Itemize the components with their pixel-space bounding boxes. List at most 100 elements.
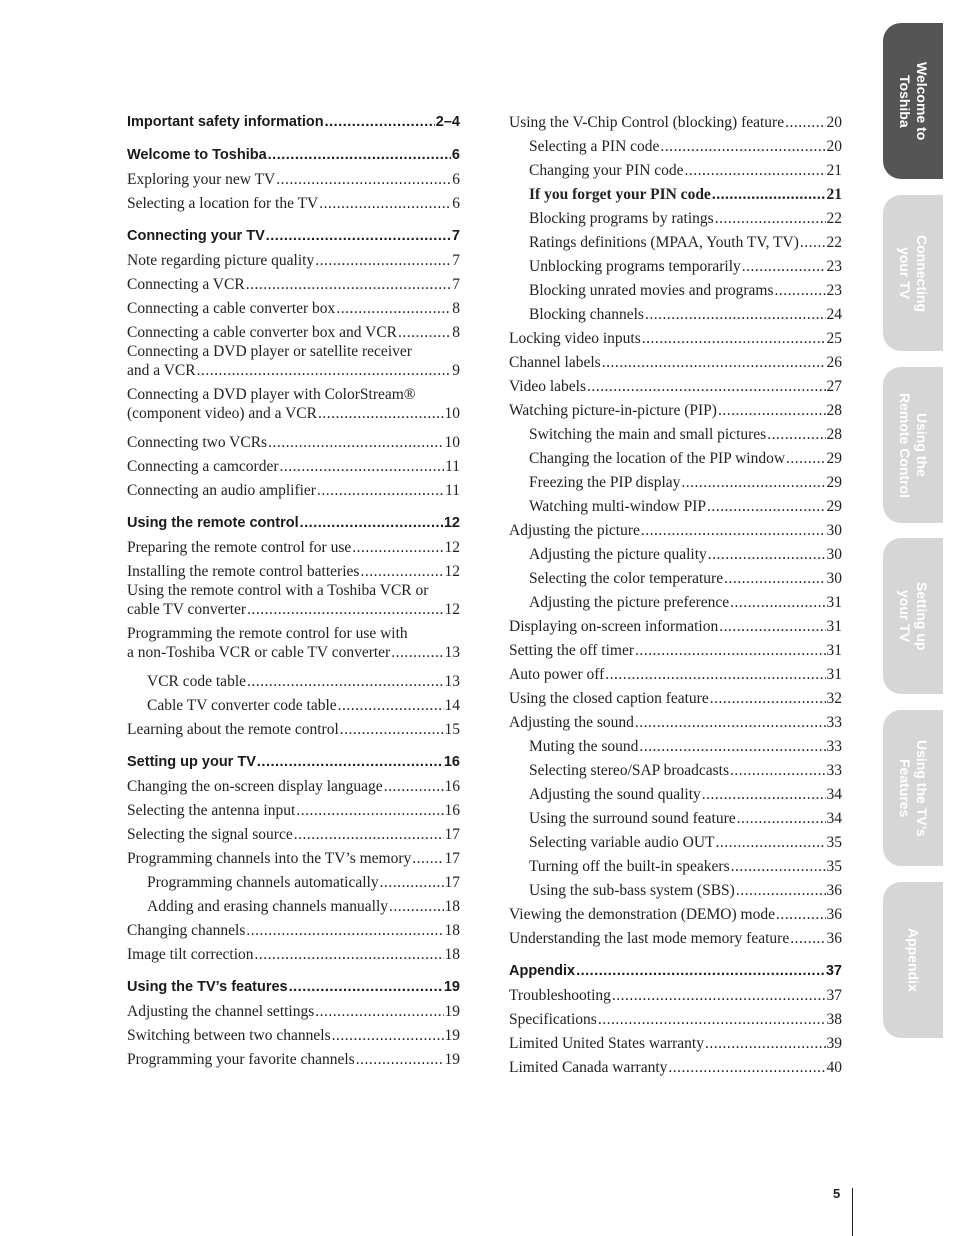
toc-entry-selecting-the-signal-source[interactable]: Selecting the signal source 17 <box>127 820 460 844</box>
dot-leader <box>360 562 443 581</box>
toc-entry-locking-video-inputs[interactable]: Locking video inputs 25 <box>509 324 842 348</box>
toc-entry-blocking-programs-by-ratings[interactable]: Blocking programs by ratings 22 <box>509 204 842 228</box>
toc-entry-muting-the-sound[interactable]: Muting the sound 33 <box>509 732 842 756</box>
page-rule <box>852 1188 853 1236</box>
toc-entry-watching-multi-window-pip[interactable]: Watching multi-window PIP 29 <box>509 492 842 516</box>
toc-entry-adjusting-the-picture[interactable]: Adjusting the picture 30 <box>509 516 842 540</box>
dot-leader <box>268 146 451 165</box>
toc-entry-adjusting-the-sound-quality[interactable]: Adjusting the sound quality 34 <box>509 780 842 804</box>
toc-entry-adjusting-the-picture-preference[interactable]: Adjusting the picture preference 31 <box>509 588 842 612</box>
toc-page-number: 9 <box>452 362 460 379</box>
toc-heading-important-safety-information[interactable]: Important safety information 2–4 <box>127 108 460 132</box>
toc-entry-using-the-v-chip-control-blocking-featur[interactable]: Using the V-Chip Control (blocking) feat… <box>509 108 842 132</box>
toc-page-number: 10 <box>444 405 461 422</box>
toc-entry-channel-labels[interactable]: Channel labels 26 <box>509 348 842 372</box>
toc-entry-learning-about-the-remote-control[interactable]: Learning about the remote control 15 <box>127 715 460 739</box>
toc-entry-selecting-the-antenna-input[interactable]: Selecting the antenna input 16 <box>127 796 460 820</box>
tab-welcome-to-toshiba[interactable]: Welcome to Toshiba <box>883 23 943 179</box>
toc-entry-changing-the-location-of-the-pip-window[interactable]: Changing the location of the PIP window 2… <box>509 444 842 468</box>
toc-entry-switching-the-main-and-small-pictures[interactable]: Switching the main and small pictures 28 <box>509 420 842 444</box>
toc-page-number: 39 <box>826 1035 843 1052</box>
toc-entry-if-you-forget-your-pin-code[interactable]: If you forget your PIN code 21 <box>509 180 842 204</box>
toc-entry-displaying-on-screen-information[interactable]: Displaying on-screen information 31 <box>509 612 842 636</box>
toc-entry-limited-canada-warranty[interactable]: Limited Canada warranty 40 <box>509 1053 842 1077</box>
toc-entry-changing-the-on-screen-display-language[interactable]: Changing the on-screen display language 1… <box>127 772 460 796</box>
toc-entry-using-the-surround-sound-feature[interactable]: Using the surround sound feature 34 <box>509 804 842 828</box>
dot-leader <box>294 825 444 844</box>
toc-entry-selecting-a-pin-code[interactable]: Selecting a PIN code 20 <box>509 132 842 156</box>
toc-entry-exploring-your-new-tv[interactable]: Exploring your new TV 6 <box>127 165 460 189</box>
toc-entry-preparing-the-remote-control-for-use[interactable]: Preparing the remote control for use 12 <box>127 533 460 557</box>
toc-entry-connecting-a-vcr[interactable]: Connecting a VCR 7 <box>127 270 460 294</box>
toc-heading-welcome-to-toshiba[interactable]: Welcome to Toshiba 6 <box>127 141 460 165</box>
dot-leader <box>639 737 825 756</box>
toc-entry-video-labels[interactable]: Video labels 27 <box>509 372 842 396</box>
dot-leader <box>635 641 826 660</box>
toc-entry-title: Important safety information <box>127 114 324 130</box>
toc-entry-connecting-two-vcrs[interactable]: Connecting two VCRs 10 <box>127 428 460 452</box>
toc-entry-note-regarding-picture-quality[interactable]: Note regarding picture quality 7 <box>127 246 460 270</box>
tab-using-the-tv-s-features[interactable]: Using the TV’s Features <box>883 710 943 866</box>
toc-entry-vcr-code-table[interactable]: VCR code table 13 <box>127 667 460 691</box>
toc-entry-watching-picture-in-picture-pip[interactable]: Watching picture-in-picture (PIP) 28 <box>509 396 842 420</box>
toc-page-number: 36 <box>826 930 843 947</box>
toc-entry-auto-power-off[interactable]: Auto power off 31 <box>509 660 842 684</box>
toc-entry-viewing-the-demonstration-demo-mode[interactable]: Viewing the demonstration (DEMO) mode 36 <box>509 900 842 924</box>
toc-entry-selecting-variable-audio-out[interactable]: Selecting variable audio OUT 35 <box>509 828 842 852</box>
toc-entry-blocking-channels[interactable]: Blocking channels 24 <box>509 300 842 324</box>
toc-entry-a-non-toshiba-vcr-or-cable-tv-converter[interactable]: Programming the remote control for use w… <box>127 624 460 667</box>
toc-entry-title: Changing channels <box>127 922 246 939</box>
toc-page-number: 16 <box>443 754 460 770</box>
toc-page-number: 19 <box>444 1027 461 1044</box>
toc-heading-using-the-remote-control[interactable]: Using the remote control 12 <box>127 509 460 533</box>
toc-heading-connecting-your-tv[interactable]: Connecting your TV 7 <box>127 222 460 246</box>
toc-entry-unblocking-programs-temporarily[interactable]: Unblocking programs temporarily 23 <box>509 252 842 276</box>
toc-entry-using-the-sub-bass-system-sbs[interactable]: Using the sub-bass system (SBS) 36 <box>509 876 842 900</box>
toc-entry-specifications[interactable]: Specifications 38 <box>509 1005 842 1029</box>
toc-entry-blocking-unrated-movies-and-programs[interactable]: Blocking unrated movies and programs 23 <box>509 276 842 300</box>
toc-heading-setting-up-your-tv[interactable]: Setting up your TV 16 <box>127 748 460 772</box>
toc-entry-connecting-a-camcorder[interactable]: Connecting a camcorder 11 <box>127 452 460 476</box>
toc-entry-changing-your-pin-code[interactable]: Changing your PIN code 21 <box>509 156 842 180</box>
toc-entry-component-video-and-a-vcr[interactable]: Connecting a DVD player with ColorStream… <box>127 385 460 428</box>
toc-page-number: 28 <box>826 402 843 419</box>
toc-entry-switching-between-two-channels[interactable]: Switching between two channels 19 <box>127 1021 460 1045</box>
toc-heading-appendix[interactable]: Appendix 37 <box>509 957 842 981</box>
toc-entry-title: Changing the location of the PIP window <box>529 450 786 467</box>
toc-entry-selecting-the-color-temperature[interactable]: Selecting the color temperature 30 <box>509 564 842 588</box>
tab-using-the-remote-control[interactable]: Using the Remote Control <box>883 367 943 523</box>
dot-leader <box>786 449 825 468</box>
toc-entry-cable-tv-converter[interactable]: Using the remote control with a Toshiba … <box>127 581 460 624</box>
toc-entry-selecting-a-location-for-the-tv[interactable]: Selecting a location for the TV 6 <box>127 189 460 213</box>
toc-entry-cable-tv-converter-code-table[interactable]: Cable TV converter code table 14 <box>127 691 460 715</box>
toc-entry-programming-your-favorite-channels[interactable]: Programming your favorite channels 19 <box>127 1045 460 1069</box>
toc-entry-adding-and-erasing-channels-manually[interactable]: Adding and erasing channels manually 18 <box>127 892 460 916</box>
toc-entry-ratings-definitions-mpaa-youth-tv-tv[interactable]: Ratings definitions (MPAA, Youth TV, TV)… <box>509 228 842 252</box>
toc-entry-troubleshooting[interactable]: Troubleshooting 37 <box>509 981 842 1005</box>
toc-entry-connecting-an-audio-amplifier[interactable]: Connecting an audio amplifier 11 <box>127 476 460 500</box>
toc-entry-adjusting-the-picture-quality[interactable]: Adjusting the picture quality 30 <box>509 540 842 564</box>
toc-entry-programming-channels-automatically[interactable]: Programming channels automatically 17 <box>127 868 460 892</box>
toc-heading-using-the-tv-s-features[interactable]: Using the TV’s features 19 <box>127 973 460 997</box>
toc-entry-using-the-closed-caption-feature[interactable]: Using the closed caption feature 32 <box>509 684 842 708</box>
toc-entry-adjusting-the-sound[interactable]: Adjusting the sound 33 <box>509 708 842 732</box>
toc-entry-selecting-stereo-sap-broadcasts[interactable]: Selecting stereo/SAP broadcasts 33 <box>509 756 842 780</box>
toc-entry-connecting-a-cable-converter-box[interactable]: Connecting a cable converter box 8 <box>127 294 460 318</box>
toc-entry-adjusting-the-channel-settings[interactable]: Adjusting the channel settings 19 <box>127 997 460 1021</box>
toc-entry-installing-the-remote-control-batteries[interactable]: Installing the remote control batteries 1… <box>127 557 460 581</box>
tab-connecting-your-tv[interactable]: Connecting your TV <box>883 195 943 351</box>
toc-entry-understanding-the-last-mode-memory-featu[interactable]: Understanding the last mode memory featu… <box>509 924 842 948</box>
toc-entry-limited-united-states-warranty[interactable]: Limited United States warranty 39 <box>509 1029 842 1053</box>
toc-entry-and-a-vcr[interactable]: Connecting a DVD player or satellite rec… <box>127 342 460 385</box>
dot-leader <box>336 299 451 318</box>
toc-entry-turning-off-the-built-in-speakers[interactable]: Turning off the built-in speakers 35 <box>509 852 842 876</box>
toc-page-number: 36 <box>826 906 843 923</box>
toc-entry-connecting-a-cable-converter-box-and-vcr[interactable]: Connecting a cable converter box and VCR… <box>127 318 460 342</box>
toc-entry-setting-the-off-timer[interactable]: Setting the off timer 31 <box>509 636 842 660</box>
toc-entry-programming-channels-into-the-tv-s-memor[interactable]: Programming channels into the TV’s memor… <box>127 844 460 868</box>
toc-entry-changing-channels[interactable]: Changing channels 18 <box>127 916 460 940</box>
tab-appendix[interactable]: Appendix <box>883 882 943 1038</box>
tab-setting-up-your-tv[interactable]: Setting up your TV <box>883 538 943 694</box>
toc-entry-freezing-the-pip-display[interactable]: Freezing the PIP display 29 <box>509 468 842 492</box>
toc-entry-image-tilt-correction[interactable]: Image tilt correction 18 <box>127 940 460 964</box>
